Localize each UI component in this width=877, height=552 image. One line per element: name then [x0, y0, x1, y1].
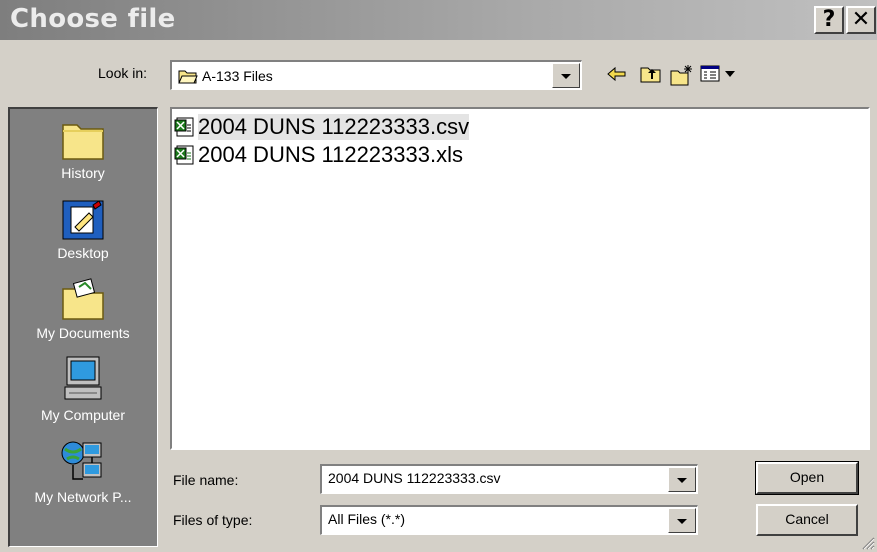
file-name-input[interactable]: 2004 DUNS 112223333.csv	[320, 464, 698, 494]
close-icon: ✕	[851, 7, 871, 32]
file-type-label: Files of type:	[173, 512, 253, 528]
place-label: My Computer	[40, 407, 126, 423]
file-name-label: File name:	[173, 472, 239, 488]
file-name-text: 2004 DUNS 112223333.xls	[198, 142, 463, 167]
file-type-dropdown[interactable]: All Files (*.*)	[320, 505, 698, 535]
view-menu-icon[interactable]	[700, 64, 740, 84]
cancel-button[interactable]: Cancel	[756, 504, 858, 536]
look-in-dropdown-button[interactable]	[552, 63, 580, 88]
new-folder-icon[interactable]	[670, 64, 694, 86]
place-label: My Documents	[36, 325, 130, 341]
place-my-documents[interactable]: My Documents	[10, 277, 156, 341]
my-computer-icon	[64, 356, 102, 400]
place-desktop[interactable]: Desktop	[10, 197, 156, 261]
desktop-icon	[62, 200, 104, 240]
title-bar[interactable]: Choose file ? ✕	[0, 0, 877, 40]
place-my-computer[interactable]: My Computer	[10, 355, 156, 423]
places-bar: History Desktop My Documents My Computer	[8, 107, 158, 547]
file-item[interactable]: 2004 DUNS 112223333.csv	[174, 113, 470, 141]
place-label: History	[61, 165, 105, 181]
open-folder-icon	[178, 70, 198, 84]
look-in-label: Look in:	[98, 65, 148, 81]
place-network[interactable]: My Network P...	[10, 439, 156, 505]
look-in-value: A-133 Files	[202, 68, 273, 84]
my-documents-icon	[62, 278, 104, 320]
look-in-dropdown[interactable]: A-133 Files	[170, 60, 582, 90]
help-button[interactable]: ?	[814, 6, 844, 34]
file-item[interactable]: 2004 DUNS 112223333.xls	[174, 141, 463, 169]
place-history[interactable]: History	[10, 117, 156, 181]
file-name-dropdown-button[interactable]	[668, 467, 696, 492]
up-folder-icon[interactable]	[640, 64, 662, 84]
resize-grip-icon[interactable]	[861, 536, 875, 550]
network-places-icon	[61, 441, 102, 480]
file-name-value: 2004 DUNS 112223333.csv	[328, 470, 501, 486]
file-type-dropdown-button[interactable]	[668, 508, 696, 533]
close-button[interactable]: ✕	[846, 6, 876, 34]
excel-xls-icon	[174, 145, 194, 165]
file-list[interactable]: 2004 DUNS 112223333.csv 2004 DUNS 112223…	[170, 107, 870, 450]
file-name-text: 2004 DUNS 112223333.csv	[198, 114, 470, 140]
file-type-value: All Files (*.*)	[328, 511, 406, 527]
history-folder-icon	[62, 124, 104, 160]
place-label: My Network P...	[34, 489, 132, 505]
back-arrow-icon[interactable]	[606, 64, 628, 84]
excel-csv-icon	[174, 117, 194, 137]
open-button[interactable]: Open	[755, 461, 859, 495]
place-label: Desktop	[57, 245, 109, 261]
window-title: Choose file	[10, 4, 176, 34]
